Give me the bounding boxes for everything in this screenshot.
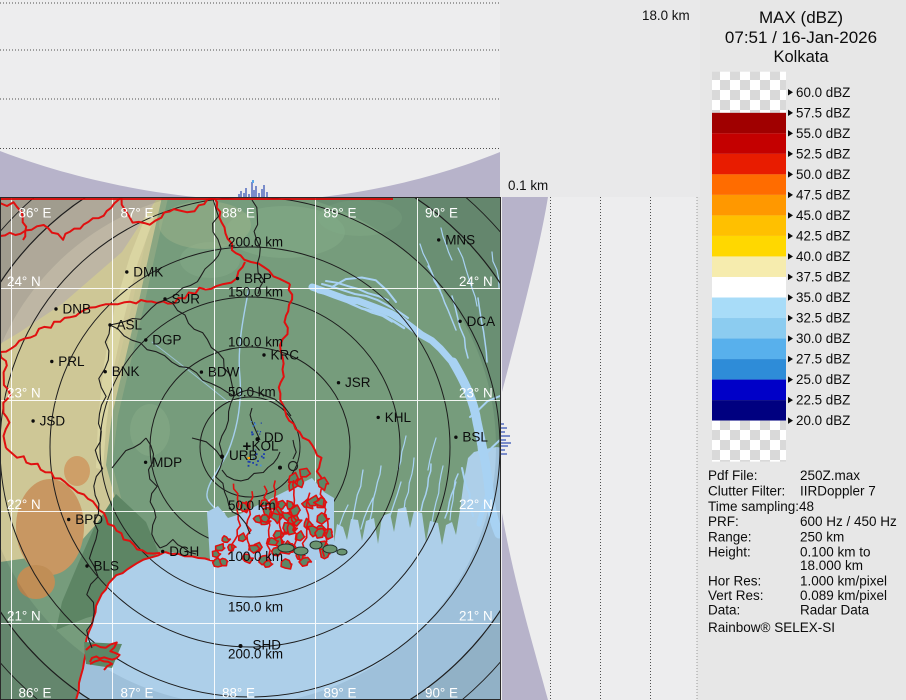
svg-text:Time sampling:48: Time sampling:48 <box>708 499 814 514</box>
svg-text:Vert Res:: Vert Res: <box>708 588 764 603</box>
svg-text:22° N: 22° N <box>459 497 493 512</box>
svg-text:57.5 dBZ: 57.5 dBZ <box>796 105 850 120</box>
svg-text:87° E: 87° E <box>121 686 154 700</box>
svg-text:MAX (dBZ): MAX (dBZ) <box>759 8 843 27</box>
svg-text:22° N: 22° N <box>7 497 41 512</box>
svg-text:Kolkata: Kolkata <box>773 48 829 66</box>
svg-text:DGP: DGP <box>152 333 181 348</box>
svg-text:50.0 dBZ: 50.0 dBZ <box>796 167 850 182</box>
svg-text:32.5 dBZ: 32.5 dBZ <box>796 311 850 326</box>
svg-text:Pdf File:: Pdf File: <box>708 468 758 483</box>
svg-text:Data:: Data: <box>708 603 740 618</box>
svg-text:24° N: 24° N <box>459 274 493 289</box>
svg-text:Clutter Filter:: Clutter Filter: <box>708 484 785 499</box>
svg-text:37.5 dBZ: 37.5 dBZ <box>796 269 850 284</box>
svg-text:90° E: 90° E <box>425 686 458 700</box>
svg-text:+: + <box>243 438 252 455</box>
svg-text:40.0 dBZ: 40.0 dBZ <box>796 249 850 264</box>
svg-text:JSR: JSR <box>345 375 371 390</box>
svg-text:KRC: KRC <box>271 348 300 363</box>
svg-text:42.5 dBZ: 42.5 dBZ <box>796 228 850 243</box>
svg-text:21° N: 21° N <box>7 609 41 624</box>
svg-text:88° E: 88° E <box>222 686 255 700</box>
svg-text:JSD: JSD <box>40 414 66 429</box>
svg-text:89° E: 89° E <box>324 686 357 700</box>
svg-text:PRF:: PRF: <box>708 514 739 529</box>
svg-text:23° N: 23° N <box>7 386 41 401</box>
svg-text:Height:: Height: <box>708 545 751 560</box>
svg-text:250 km: 250 km <box>800 530 844 545</box>
svg-text:18.0 km: 18.0 km <box>642 8 690 23</box>
svg-text:DNB: DNB <box>63 302 92 317</box>
svg-text:BSL: BSL <box>462 430 488 445</box>
svg-text:Rainbow® SELEX-SI: Rainbow® SELEX-SI <box>708 620 835 635</box>
svg-text:47.5 dBZ: 47.5 dBZ <box>796 187 850 202</box>
svg-text:DCA: DCA <box>467 314 496 329</box>
svg-text:86° E: 86° E <box>19 206 52 221</box>
svg-text:22.5 dBZ: 22.5 dBZ <box>796 393 850 408</box>
svg-text:Hor Res:: Hor Res: <box>708 574 761 589</box>
svg-text:DGH: DGH <box>169 544 199 559</box>
svg-text:PRL: PRL <box>58 354 85 369</box>
svg-text:35.0 dBZ: 35.0 dBZ <box>796 290 850 305</box>
svg-text:150.0 km: 150.0 km <box>228 285 283 300</box>
svg-text:SUR: SUR <box>172 292 201 307</box>
svg-text:Radar Data: Radar Data <box>800 603 870 618</box>
svg-text:KHL: KHL <box>385 410 412 425</box>
svg-text:25.0 dBZ: 25.0 dBZ <box>796 372 850 387</box>
svg-text:100.0 km: 100.0 km <box>228 549 283 564</box>
svg-text:89° E: 89° E <box>324 206 357 221</box>
svg-text:23° N: 23° N <box>459 386 493 401</box>
svg-text:07:51 / 16-Jan-2026: 07:51 / 16-Jan-2026 <box>725 28 877 47</box>
svg-text:55.0 dBZ: 55.0 dBZ <box>796 126 850 141</box>
svg-text:200.0 km: 200.0 km <box>228 235 283 250</box>
svg-text:KOL: KOL <box>252 439 280 454</box>
svg-text:BLS: BLS <box>94 559 120 574</box>
svg-text:Range:: Range: <box>708 530 752 545</box>
svg-text:ASL: ASL <box>117 318 143 333</box>
svg-text:18.000 km: 18.000 km <box>800 558 863 573</box>
svg-text:BNK: BNK <box>112 364 140 379</box>
svg-text:100.0 km: 100.0 km <box>228 335 283 350</box>
svg-text:150.0 km: 150.0 km <box>228 600 283 615</box>
svg-text:200.0 km: 200.0 km <box>228 647 283 662</box>
svg-text:27.5 dBZ: 27.5 dBZ <box>796 352 850 367</box>
svg-text:250Z.max: 250Z.max <box>800 468 860 483</box>
svg-text:MNS: MNS <box>445 232 475 247</box>
svg-text:IIRDoppler 7: IIRDoppler 7 <box>800 484 876 499</box>
svg-text:21° N: 21° N <box>459 609 493 624</box>
svg-text:BPD: BPD <box>75 512 103 527</box>
svg-text:1.000 km/pixel: 1.000 km/pixel <box>800 574 887 589</box>
svg-text:86° E: 86° E <box>19 686 52 700</box>
svg-text:BDW: BDW <box>208 365 240 380</box>
svg-text:30.0 dBZ: 30.0 dBZ <box>796 331 850 346</box>
svg-text:60.0 dBZ: 60.0 dBZ <box>796 85 850 100</box>
svg-text:MDP: MDP <box>152 455 182 470</box>
svg-text:88° E: 88° E <box>222 206 255 221</box>
svg-text:DMK: DMK <box>133 265 163 280</box>
svg-text:600 Hz / 450 Hz: 600 Hz / 450 Hz <box>800 514 897 529</box>
svg-text:0.1 km: 0.1 km <box>508 178 548 193</box>
svg-text:20.0 dBZ: 20.0 dBZ <box>796 413 850 428</box>
svg-text:45.0 dBZ: 45.0 dBZ <box>796 208 850 223</box>
svg-text:52.5 dBZ: 52.5 dBZ <box>796 146 850 161</box>
svg-text:0.089 km/pixel: 0.089 km/pixel <box>800 588 887 603</box>
svg-text:87° E: 87° E <box>121 206 154 221</box>
svg-text:24° N: 24° N <box>7 274 41 289</box>
svg-text:50.0 km: 50.0 km <box>228 385 276 400</box>
svg-text:50.0 km: 50.0 km <box>228 498 276 513</box>
svg-text:90° E: 90° E <box>425 206 458 221</box>
